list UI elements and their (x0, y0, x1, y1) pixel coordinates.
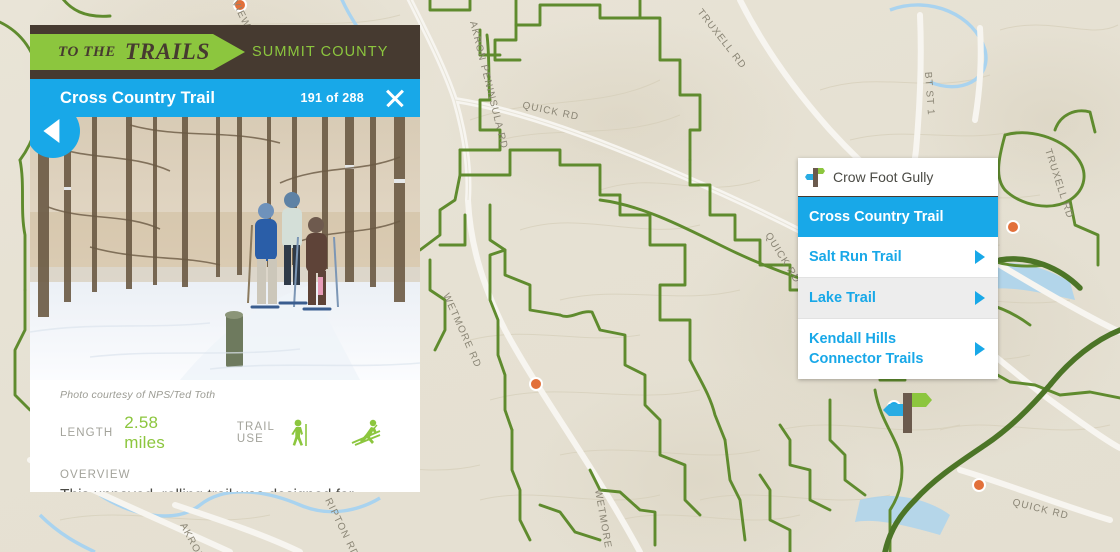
chevron-right-icon (975, 250, 985, 264)
panel-body: Photo courtesy of NPS/Ted Toth LENGTH 2.… (30, 117, 420, 492)
menu-header: Crow Foot Gully (798, 158, 998, 197)
overview-text: This unpaved, rolling trail was designed… (30, 485, 420, 492)
road-label: WETMORE RD (440, 292, 483, 370)
road-label: BT ST 1 (922, 71, 936, 116)
close-icon[interactable] (384, 87, 406, 109)
result-counter: 191 of 288 (300, 91, 364, 105)
trail-photo (30, 117, 420, 380)
brand-county-label: SUMMIT COUNTY (252, 44, 389, 60)
brand-trails-label: TRAILS (124, 39, 211, 64)
menu-item-cross-country-trail[interactable]: Cross Country Trail (798, 197, 998, 237)
page-title: Cross Country Trail (60, 88, 216, 107)
road-label: TRUXELL RD (1042, 148, 1075, 221)
trail-signpost-icon (805, 168, 825, 187)
trail-use-icons (289, 419, 420, 447)
length-value: 2.58 miles (124, 413, 165, 452)
brand-logo[interactable]: TO THE TRAILS (30, 34, 245, 70)
trail-use-label: TRAIL USE (236, 421, 275, 445)
menu-item-kendall-hills-connector-trails[interactable]: Kendall Hills Connector Trails (798, 318, 998, 379)
menu-header-label: Crow Foot Gully (833, 169, 934, 185)
overview-label: OVERVIEW (30, 463, 420, 485)
app-root: AKRON PENINSULA RD QUICK RD TRUXELL RD B… (0, 0, 1120, 552)
menu-item-label: Lake Trail (809, 290, 876, 306)
trail-meta-row: LENGTH 2.58 miles TRAIL USE (30, 407, 420, 463)
menu-item-salt-run-trail[interactable]: Salt Run Trail (798, 237, 998, 277)
panel-titlebar: Cross Country Trail 191 of 288 (30, 79, 420, 117)
hiker-icon (290, 419, 307, 446)
trail-detail-panel: TO THE TRAILS SUMMIT COUNTY Cross Countr… (30, 25, 420, 492)
road-label: WETMORE RD (592, 489, 617, 552)
menu-item-label: Cross Country Trail (809, 209, 944, 225)
length-label: LENGTH (60, 427, 114, 439)
stump (225, 311, 243, 367)
trail-selector-menu: Crow Foot Gully Cross Country Trail Salt… (798, 158, 998, 379)
road-label: RIPTON RD (322, 496, 360, 552)
menu-item-label: Kendall Hills Connector Trails (809, 331, 924, 367)
chevron-right-icon (975, 291, 985, 305)
trail-signpost-marker[interactable] (883, 393, 932, 433)
brand-header: TO THE TRAILS SUMMIT COUNTY (30, 25, 420, 79)
chevron-right-icon (975, 342, 985, 356)
photo-credit: Photo courtesy of NPS/Ted Toth (30, 380, 420, 407)
cross-country-skier-icon (351, 419, 380, 446)
brand-to-the-label: TO THE (58, 43, 116, 60)
menu-item-lake-trail[interactable]: Lake Trail (798, 277, 998, 318)
road-label: QUICK RD (762, 231, 802, 286)
menu-item-label: Salt Run Trail (809, 249, 902, 265)
road-label: TRUXELL RD (695, 7, 749, 71)
